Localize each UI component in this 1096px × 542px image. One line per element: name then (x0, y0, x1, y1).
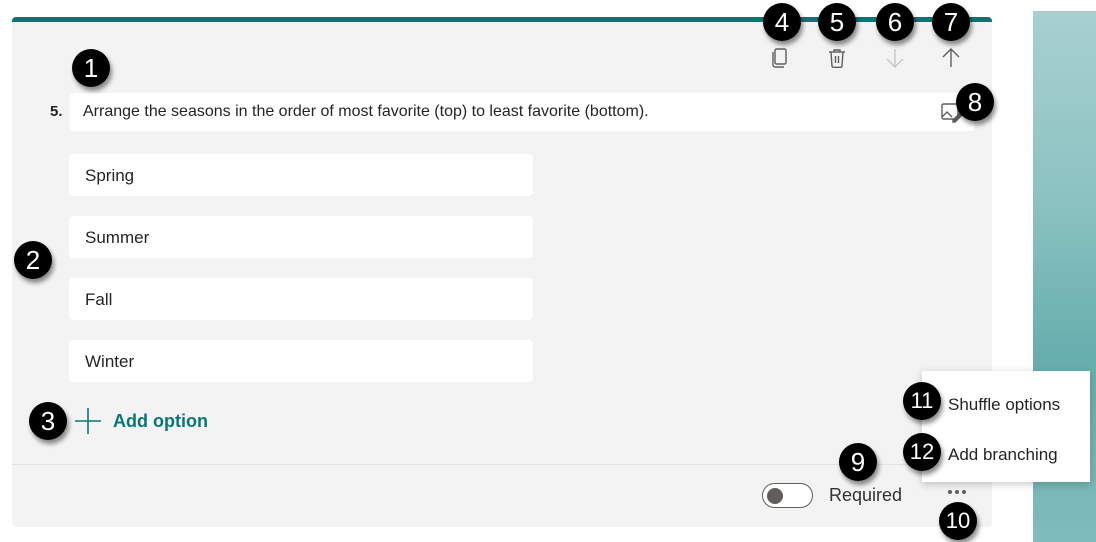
question-toolbar (0, 44, 1096, 72)
arrow-down-icon (886, 49, 904, 68)
add-option-button[interactable]: Add option (74, 405, 208, 437)
required-toggle[interactable] (762, 483, 813, 508)
callout-marker: 8 (956, 83, 994, 121)
question-title-input[interactable]: Arrange the seasons in the order of most… (70, 93, 974, 131)
callout-marker: 10 (939, 502, 977, 540)
callout-marker: 3 (29, 402, 67, 440)
copy-icon (772, 48, 787, 68)
move-up-button[interactable] (937, 44, 965, 72)
ellipsis-icon (955, 490, 959, 494)
plus-icon (75, 408, 101, 434)
delete-question-button[interactable] (823, 44, 851, 72)
copy-question-button[interactable] (766, 44, 794, 72)
callout-marker: 2 (14, 241, 52, 279)
callout-marker: 11 (903, 382, 941, 420)
ellipsis-icon (948, 490, 952, 494)
callout-marker: 6 (876, 3, 914, 41)
option-input[interactable]: Fall (69, 278, 533, 320)
option-input[interactable]: Spring (69, 154, 533, 196)
ellipsis-icon (962, 490, 966, 494)
option-input[interactable]: Winter (69, 340, 533, 382)
callout-marker: 4 (763, 3, 801, 41)
option-input[interactable]: Summer (69, 216, 533, 258)
callout-marker: 7 (932, 3, 970, 41)
callout-marker: 5 (818, 3, 856, 41)
question-number: 5. (50, 103, 63, 120)
callout-marker: 1 (72, 49, 110, 87)
add-option-label: Add option (113, 410, 208, 431)
toggle-knob (767, 487, 783, 504)
callout-marker: 9 (839, 443, 877, 481)
arrow-up-icon (942, 48, 960, 67)
menu-item-add-branching[interactable]: Add branching (948, 445, 1058, 465)
menu-item-shuffle-options[interactable]: Shuffle options (948, 395, 1060, 415)
more-options-menu: Shuffle options Add branching (922, 371, 1090, 482)
callout-marker: 12 (903, 433, 941, 471)
trash-icon (829, 49, 845, 68)
more-options-button[interactable] (942, 484, 972, 500)
required-label: Required (829, 485, 903, 505)
move-down-button[interactable] (881, 44, 909, 72)
question-row: 5. Arrange the seasons in the order of m… (50, 93, 980, 131)
